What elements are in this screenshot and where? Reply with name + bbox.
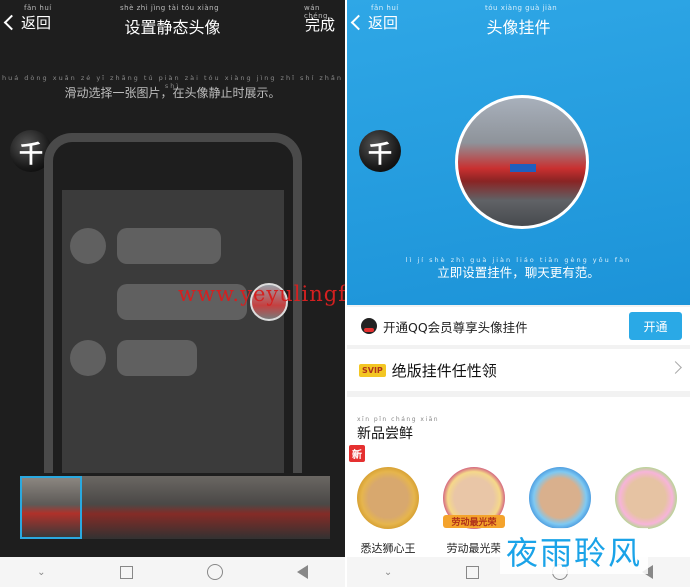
back-nav-icon[interactable] <box>296 565 308 579</box>
pendant-item[interactable] <box>357 467 419 529</box>
back-pinyin: fǎn huí <box>24 4 52 12</box>
chat-avatar-placeholder <box>70 228 106 264</box>
image-strip[interactable] <box>20 476 330 539</box>
svip-row[interactable]: SVIP 绝版挂件任性领 <box>347 349 690 391</box>
section-pinyin: xīn pǐn cháng xiān <box>357 416 440 423</box>
image-thumbnail[interactable] <box>206 476 268 539</box>
image-thumbnail[interactable] <box>82 476 144 539</box>
chevron-down-icon[interactable]: ⌄ <box>37 567 45 578</box>
home-icon[interactable] <box>206 564 223 580</box>
static-avatar-screen: 返回 fǎn huí shè zhì jìng tài tóu xiàng 设置… <box>0 0 345 587</box>
pendant-preview-avatar <box>455 95 589 229</box>
svip-text: 绝版挂件任性领 <box>391 361 497 380</box>
page-title: 设置静态头像 <box>124 18 221 37</box>
image-thumbnail[interactable] <box>268 476 330 539</box>
chevron-down-icon[interactable]: ⌄ <box>384 567 392 578</box>
watermark: www.yeyulingfeng.com <box>178 282 345 306</box>
section-title: 新品尝鲜 <box>357 426 413 442</box>
recents-icon[interactable] <box>119 565 133 579</box>
chat-bubble <box>117 340 197 376</box>
svip-badge: SVIP <box>359 363 386 377</box>
chat-bubble <box>117 228 221 264</box>
left-header: 返回 fǎn huí shè zhì jìng tài tóu xiàng 设置… <box>0 0 345 46</box>
avatar-glyph: 千 <box>368 138 392 168</box>
qq-penguin-icon <box>361 318 377 334</box>
activity-badge: 劳动最光荣 <box>443 515 505 528</box>
chat-avatar-placeholder <box>70 340 106 376</box>
right-header: 返回 fǎn huí tóu xiàng guà jiàn 头像挂件 <box>347 0 690 46</box>
pendant-item[interactable] <box>529 467 591 529</box>
pendant-item[interactable] <box>615 467 677 529</box>
pendant-label: 悉达狮心王 <box>360 542 416 555</box>
page-title: 头像挂件 <box>486 18 551 37</box>
image-thumbnail-selected[interactable] <box>20 476 82 539</box>
license-plate <box>510 164 536 172</box>
recents-icon[interactable] <box>465 565 479 579</box>
avatar-glyph: 千 <box>19 138 43 168</box>
vip-open-text: 开通QQ会员尊享头像挂件 <box>383 319 528 335</box>
vip-open-row[interactable]: 开通QQ会员尊享头像挂件 开通 <box>347 307 690 345</box>
title-pinyin: shè zhì jìng tài tóu xiàng <box>120 4 220 12</box>
image-thumbnail[interactable] <box>144 476 206 539</box>
site-logo: 夜雨聆风 <box>500 528 649 574</box>
avatar: 千 <box>359 130 401 172</box>
done-button[interactable]: 完成 <box>305 14 335 35</box>
instruction-text: 滑动选择一张图片，在头像静止时展示。 <box>64 86 281 100</box>
open-vip-button[interactable]: 开通 <box>629 312 682 340</box>
back-pinyin: fǎn huí <box>371 4 399 12</box>
avatar-pendant-screen: 返回 fǎn huí tóu xiàng guà jiàn 头像挂件 千 lì … <box>347 0 690 587</box>
phone-screen <box>62 190 284 473</box>
slogan-text: 立即设置挂件，聊天更有范。 <box>437 265 600 280</box>
pendant-hero: 返回 fǎn huí tóu xiàng guà jiàn 头像挂件 千 lì … <box>347 0 690 305</box>
android-nav-bar: ⌄ <box>0 557 345 587</box>
new-badge: 新 <box>349 445 365 462</box>
chevron-right-icon <box>669 361 682 374</box>
title-pinyin: tóu xiàng guà jiàn <box>485 4 558 12</box>
